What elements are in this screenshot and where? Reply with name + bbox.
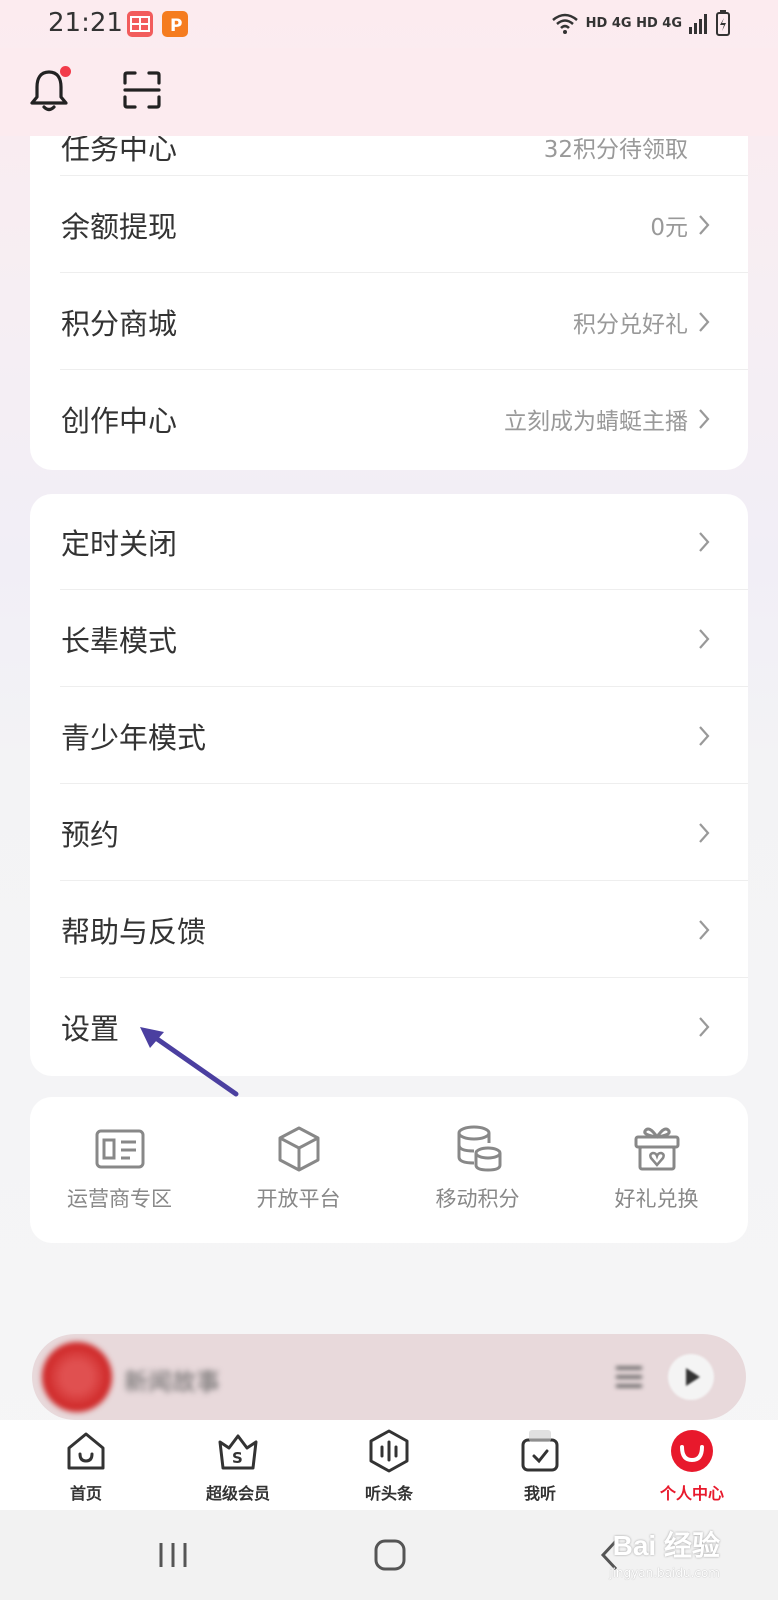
- chevron-right-icon: [699, 920, 710, 940]
- network-label: HD 4G HD 4G: [585, 15, 682, 31]
- menu-row-value: 0元: [650, 215, 688, 241]
- svg-text:S: S: [232, 1449, 243, 1467]
- menu-row-label: 定时关闭: [61, 527, 178, 561]
- divider: [60, 369, 748, 370]
- top-bar: [0, 48, 778, 136]
- home-nav-icon[interactable]: [365, 1530, 415, 1580]
- tab-home[interactable]: 首页: [8, 1420, 164, 1510]
- menu-row-value: 积分兑好礼: [573, 312, 688, 338]
- status-bar: 21:21 P HD 4G HD 4G: [0, 0, 778, 48]
- menu-row-reservations[interactable]: 预约: [30, 785, 748, 881]
- scan-button[interactable]: [114, 62, 170, 118]
- wifi-icon: [551, 13, 578, 34]
- watermark-url: jingyan.baidu.com: [609, 1566, 720, 1580]
- menu-row-label: 青少年模式: [61, 721, 207, 755]
- quick-mobile-points[interactable]: 移动积分: [388, 1097, 567, 1243]
- menu-row-label: 设置: [61, 1012, 120, 1046]
- account-menu-card: 任务中心 32积分待领取 余额提现 0元 积分商城 积分兑好礼 创作中心 立刻成…: [30, 80, 748, 470]
- quick-operator-zone[interactable]: 运营商专区: [30, 1097, 209, 1243]
- tab-label: 首页: [69, 1484, 102, 1503]
- tab-super-vip[interactable]: S 超级会员: [160, 1420, 316, 1510]
- quick-label: 开放平台: [256, 1187, 341, 1211]
- playlist-icon[interactable]: [612, 1360, 646, 1394]
- tab-label: 超级会员: [205, 1484, 270, 1503]
- notification-button[interactable]: [21, 62, 77, 118]
- quick-links-card: 运营商专区 开放平台 移动积分 好礼兑换: [30, 1097, 748, 1243]
- menu-row-label: 积分商城: [61, 307, 178, 341]
- chevron-right-icon: [699, 215, 710, 235]
- tab-my-listen[interactable]: 我听: [462, 1420, 618, 1510]
- home-icon: [67, 1432, 105, 1470]
- chevron-right-icon: [699, 409, 710, 429]
- chevron-right-icon: [699, 312, 710, 332]
- mini-player-title: 新闻故事: [124, 1368, 220, 1396]
- chevron-right-icon: [699, 629, 710, 649]
- bottom-tab-bar: 首页 S 超级会员 听头条 我听 个人中心: [0, 1420, 778, 1510]
- divider: [60, 175, 748, 176]
- annotation-arrow: [140, 1027, 239, 1097]
- divider: [60, 272, 748, 273]
- menu-row-label: 余额提现: [61, 210, 178, 244]
- news-app-icon: [127, 11, 153, 37]
- vip-icon: S: [218, 1434, 258, 1470]
- quick-label: 移动积分: [435, 1187, 520, 1211]
- menu-row-label: 预约: [61, 818, 120, 852]
- menu-row-help-feedback[interactable]: 帮助与反馈: [30, 882, 748, 978]
- chevron-right-icon: [699, 1017, 710, 1037]
- tab-label: 我听: [523, 1484, 556, 1503]
- menu-row-teen-mode[interactable]: 青少年模式: [30, 688, 748, 784]
- menu-row-creator-center[interactable]: 创作中心 立刻成为蜻蜓主播: [30, 371, 748, 467]
- audio-news-icon: [369, 1429, 409, 1473]
- chevron-right-icon: [699, 823, 710, 843]
- signal-icon: [689, 14, 707, 34]
- browser-app-icon: P: [162, 11, 188, 37]
- quick-label: 运营商专区: [67, 1187, 172, 1211]
- quick-open-platform[interactable]: 开放平台: [209, 1097, 388, 1243]
- play-button[interactable]: [668, 1354, 714, 1400]
- my-listen-icon: [521, 1430, 559, 1472]
- divider: [60, 977, 748, 978]
- menu-row-label: 创作中心: [61, 404, 178, 438]
- mini-player-cover: [42, 1342, 112, 1412]
- divider: [60, 880, 748, 881]
- divider: [60, 686, 748, 687]
- settings-menu-card: 定时关闭 长辈模式 青少年模式 预约 帮助与反馈 设置: [30, 494, 748, 1076]
- notification-dot: [60, 66, 71, 77]
- cube-icon: [278, 1126, 319, 1172]
- menu-row-sleep-timer[interactable]: 定时关闭: [30, 494, 748, 590]
- scan-icon: [123, 71, 161, 109]
- chevron-right-icon: [699, 532, 710, 552]
- status-indicators: HD 4G HD 4G: [550, 8, 730, 38]
- chevron-right-icon: [699, 726, 710, 746]
- recent-apps-icon[interactable]: [148, 1530, 198, 1580]
- tab-profile[interactable]: 个人中心: [614, 1420, 770, 1510]
- quick-label: 好礼兑换: [614, 1187, 699, 1211]
- tab-label: 听头条: [364, 1484, 413, 1503]
- profile-icon: [671, 1430, 713, 1472]
- tab-label: 个人中心: [659, 1484, 724, 1503]
- status-time: 21:21: [48, 8, 123, 38]
- baidu-jingyan-watermark: Bai 经验: [612, 1530, 720, 1561]
- gift-icon: [634, 1127, 679, 1171]
- menu-row-withdraw[interactable]: 余额提现 0元: [30, 177, 748, 273]
- menu-row-points-mall[interactable]: 积分商城 积分兑好礼: [30, 274, 748, 370]
- battery-icon: [716, 10, 730, 36]
- menu-row-value: 立刻成为蜻蜓主播: [504, 409, 688, 435]
- mini-player[interactable]: 新闻故事: [32, 1334, 746, 1420]
- menu-row-label: 长辈模式: [61, 624, 178, 658]
- menu-row-elder-mode[interactable]: 长辈模式: [30, 591, 748, 687]
- operator-card-icon: [95, 1129, 144, 1169]
- quick-gift-exchange[interactable]: 好礼兑换: [567, 1097, 746, 1243]
- svg-text:P: P: [170, 16, 182, 36]
- divider: [60, 783, 748, 784]
- coins-icon: [457, 1125, 501, 1172]
- menu-row-label: 帮助与反馈: [61, 915, 207, 949]
- divider: [60, 589, 748, 590]
- tab-audio-news[interactable]: 听头条: [311, 1420, 467, 1510]
